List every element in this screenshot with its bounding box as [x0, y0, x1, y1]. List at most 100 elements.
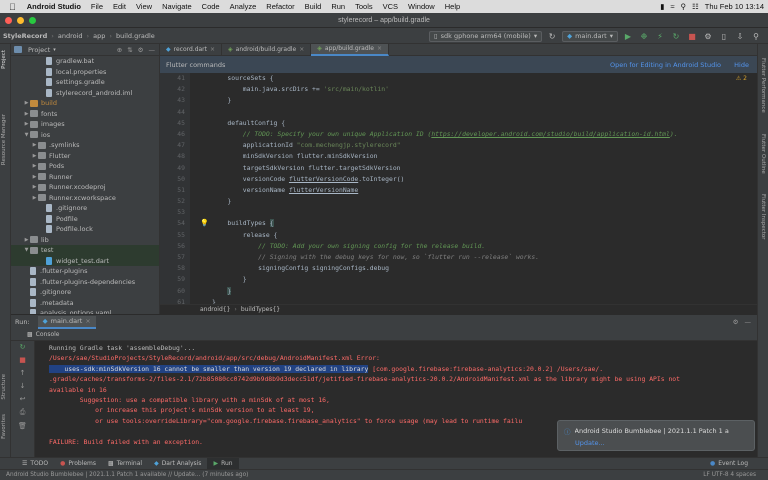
tree-item[interactable]: local.properties	[11, 67, 159, 78]
close-icon[interactable]: ×	[299, 46, 304, 53]
search-everywhere-icon[interactable]: ⚲	[750, 30, 762, 42]
expand-arrow-icon[interactable]: ▼	[23, 132, 30, 138]
attach-icon[interactable]: ⚡	[654, 30, 666, 42]
breadcrumb-android[interactable]: android	[55, 32, 86, 40]
code-editor[interactable]: 41 42 43 44 45 46 47 48 49 50 51 52 53 54 55 56 57 58 59 60…	[160, 73, 757, 306]
tree-item[interactable]: ▶ Runner	[11, 172, 159, 183]
menu-file[interactable]: File	[86, 2, 108, 11]
stop-icon[interactable]: ■	[19, 356, 26, 364]
editor-breadcrumb-buildtypes[interactable]: buildTypes{}	[241, 306, 280, 313]
tool-tab-problems[interactable]: ● Problems	[54, 458, 102, 470]
status-text[interactable]: Android Studio Bumblebee | 2021.1.1 Patc…	[6, 472, 248, 478]
refresh-icon[interactable]: ↻	[546, 30, 558, 42]
tree-item[interactable]: ▶ fonts	[11, 109, 159, 120]
tree-item[interactable]: .flutter-plugins-dependencies	[11, 277, 159, 288]
tool-tab-terminal[interactable]: ▩ Terminal	[102, 458, 148, 470]
expand-arrow-icon[interactable]: ▼	[23, 247, 30, 253]
tree-item[interactable]: Podfile.lock	[11, 224, 159, 235]
stop-icon[interactable]: ■	[686, 30, 698, 42]
tree-item[interactable]: widget_test.dart	[11, 255, 159, 266]
tree-item[interactable]: ▶ images	[11, 119, 159, 130]
apple-icon[interactable]: 	[0, 2, 22, 12]
device-manager-icon[interactable]: ▯	[718, 30, 730, 42]
menu-help[interactable]: Help	[440, 2, 465, 11]
locate-icon[interactable]: ⊕	[117, 46, 122, 54]
hide-icon[interactable]: —	[745, 318, 752, 326]
menu-navigate[interactable]: Navigate	[157, 2, 197, 11]
device-selector[interactable]: ▯ sdk gphone arm64 (mobile) ▾	[429, 30, 543, 42]
gear-icon[interactable]: ⚙	[733, 318, 739, 326]
console-tab[interactable]: Console	[36, 331, 60, 338]
run-config-selector[interactable]: ◆ main.dart ▾	[562, 30, 618, 42]
expand-arrow-icon[interactable]: ▶	[23, 111, 30, 117]
expand-arrow-icon[interactable]: ▶	[31, 195, 38, 201]
trash-icon[interactable]: 🗑	[18, 422, 27, 430]
gradle-sync-icon[interactable]: ⚙	[702, 30, 714, 42]
control-center-icon[interactable]: ☷	[692, 2, 699, 11]
menu-build[interactable]: Build	[300, 2, 327, 11]
hide-icon[interactable]: —	[149, 46, 156, 54]
tree-item[interactable]: ▶ lib	[11, 235, 159, 246]
update-notification[interactable]: ⓘ Android Studio Bumblebee | 2021.1.1 Pa…	[557, 420, 755, 451]
run-tab-main-dart[interactable]: ◆ main.dart ×	[37, 315, 96, 329]
open-in-android-studio-link[interactable]: Open for Editing in Android Studio	[610, 61, 721, 69]
menu-window[interactable]: Window	[403, 2, 440, 11]
wifi-icon[interactable]: ≈	[670, 2, 674, 11]
editor-tab-android-build-gradle[interactable]: ◈ android/build.gradle ×	[222, 43, 312, 56]
tree-item[interactable]: .gitignore	[11, 287, 159, 298]
menu-clock[interactable]: Thu Feb 10 13:14	[705, 2, 764, 11]
tree-item[interactable]: stylerecord_android.iml	[11, 88, 159, 99]
expand-arrow-icon[interactable]: ▶	[23, 237, 30, 243]
tree-item[interactable]: gradlew.bat	[11, 56, 159, 67]
tool-tab-favorites[interactable]: Favorites	[1, 414, 7, 439]
tree-item[interactable]: ▶ Pods	[11, 161, 159, 172]
tool-tab-run[interactable]: ▶ Run	[207, 457, 239, 470]
close-icon[interactable]: ×	[85, 317, 90, 325]
tree-item[interactable]: ▶ Flutter	[11, 151, 159, 162]
expand-arrow-icon[interactable]: ▶	[23, 121, 30, 127]
tree-item[interactable]: ▼ test	[11, 245, 159, 256]
menu-view[interactable]: View	[131, 2, 157, 11]
expand-arrow-icon[interactable]: ▶	[31, 184, 38, 190]
sdk-manager-icon[interactable]: ⇩	[734, 30, 746, 42]
tool-tab-dart-analysis[interactable]: ◆ Dart Analysis	[148, 458, 207, 470]
hot-reload-icon[interactable]: ↻	[670, 30, 682, 42]
tree-item[interactable]: ▶ build	[11, 98, 159, 109]
tree-item[interactable]: ▶ Runner.xcodeproj	[11, 182, 159, 193]
menu-edit[interactable]: Edit	[108, 2, 131, 11]
tree-item[interactable]: .metadata	[11, 298, 159, 309]
expand-arrow-icon[interactable]: ▶	[31, 153, 38, 159]
tree-item[interactable]: ▶ Runner.xcworkspace	[11, 193, 159, 204]
tool-tab-structure[interactable]: Structure	[1, 374, 7, 400]
tool-tab-project[interactable]: Project	[1, 50, 7, 69]
close-icon[interactable]: ×	[377, 45, 382, 52]
scroll-down-icon[interactable]: ↓	[20, 382, 26, 390]
tree-item[interactable]: .gitignore	[11, 203, 159, 214]
breadcrumb-app[interactable]: app	[90, 32, 108, 40]
expand-arrow-icon[interactable]: ▶	[31, 174, 38, 180]
tool-tab-flutter-inspector[interactable]: Flutter Inspector	[760, 194, 766, 240]
chevron-down-icon[interactable]: ▾	[53, 47, 56, 53]
tree-item[interactable]: ▼ ios	[11, 130, 159, 141]
debug-icon[interactable]: ❉	[638, 30, 650, 42]
editor-tab-app-build-gradle[interactable]: ◈ app/build.gradle ×	[311, 43, 390, 56]
menu-run[interactable]: Run	[326, 2, 350, 11]
menu-tools[interactable]: Tools	[350, 2, 378, 11]
battery-icon[interactable]: ▮	[660, 2, 664, 11]
expand-arrow-icon[interactable]: ▶	[23, 100, 30, 106]
rerun-icon[interactable]: ↻	[20, 343, 26, 351]
breadcrumb-project[interactable]: StyleRecord	[0, 32, 50, 40]
editor-tab-record-dart[interactable]: ◆ record.dart ×	[160, 43, 223, 56]
expand-arrow-icon[interactable]: ▶	[31, 163, 38, 169]
tool-tab-resource-manager[interactable]: Resource Manager	[1, 114, 7, 165]
tree-item[interactable]: settings.gradle	[11, 77, 159, 88]
menu-refactor[interactable]: Refactor	[261, 2, 299, 11]
tool-tab-flutter-performance[interactable]: Flutter Performance	[760, 58, 766, 113]
print-icon[interactable]: ⎙	[20, 408, 26, 417]
editor-breadcrumb-android[interactable]: android{}	[200, 306, 230, 313]
project-panel-title[interactable]: Project	[28, 46, 50, 54]
soft-wrap-icon[interactable]: ↩	[20, 395, 26, 403]
expand-arrow-icon[interactable]: ▶	[31, 142, 38, 148]
menu-analyze[interactable]: Analyze	[225, 2, 262, 11]
tree-item[interactable]: .flutter-plugins	[11, 266, 159, 277]
